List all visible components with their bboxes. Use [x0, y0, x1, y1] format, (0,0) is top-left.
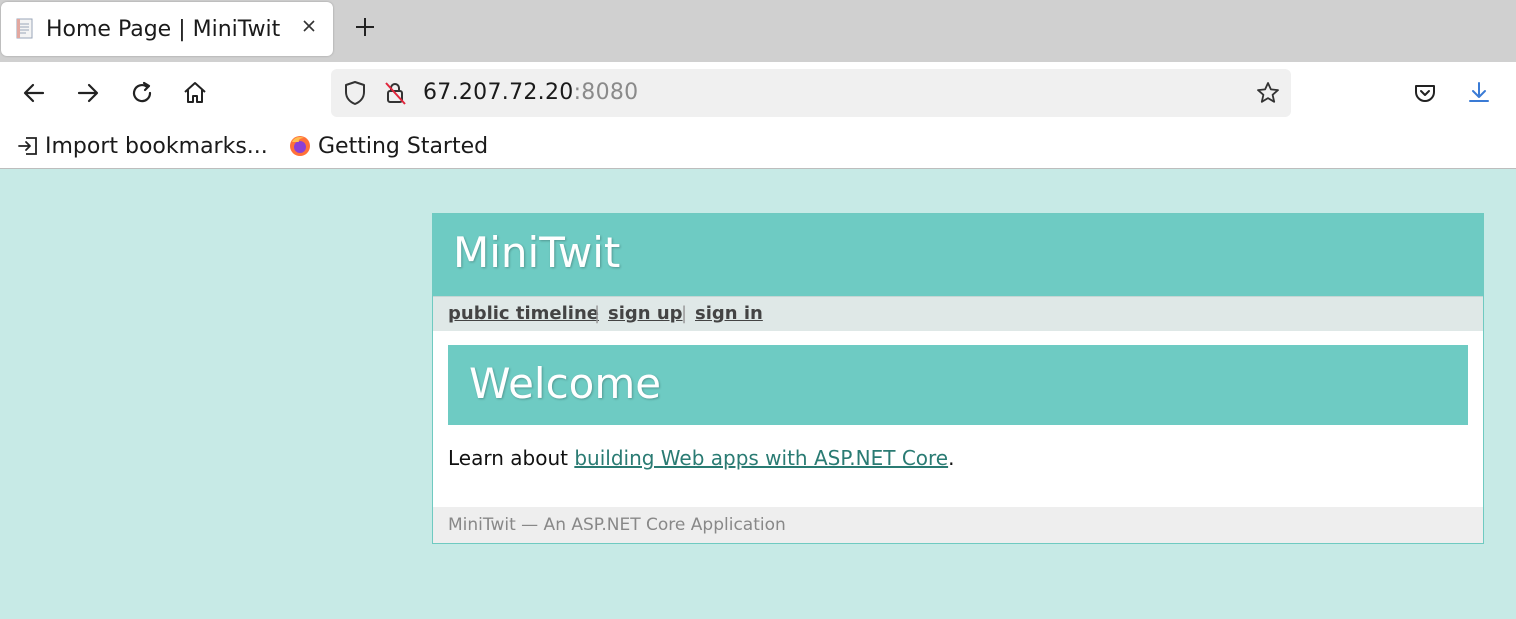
import-icon [18, 137, 37, 155]
url-bar[interactable]: 67.207.72.20:8080 [331, 69, 1291, 117]
footer-text: MiniTwit — An ASP.NET Core Application [448, 515, 786, 535]
insecure-lock-icon[interactable] [381, 79, 409, 107]
page-title: Welcome [469, 359, 662, 408]
firefox-icon [290, 136, 310, 156]
site-navigation: public timeline | sign up | sign in [433, 296, 1483, 331]
tab-strip: Home Page | MiniTwit [0, 0, 1516, 62]
intro-text: Learn about building Web apps with ASP.N… [448, 446, 954, 470]
back-arrow-icon[interactable] [20, 79, 48, 107]
home-icon[interactable] [181, 79, 209, 107]
close-icon[interactable] [299, 17, 319, 39]
url-host: 67.207.72.20 [423, 80, 574, 105]
new-tab-button[interactable] [353, 16, 377, 40]
site-footer: MiniTwit — An ASP.NET Core Application [433, 507, 1483, 543]
bookmark-label: Getting Started [318, 133, 489, 159]
download-icon[interactable] [1465, 79, 1493, 107]
url-port: :8080 [573, 80, 639, 105]
tab-title: Home Page | MiniTwit [46, 17, 281, 42]
aspnet-docs-link[interactable]: building Web apps with ASP.NET Core [574, 446, 948, 470]
import-bookmarks-item[interactable]: Import bookmarks... [17, 132, 268, 160]
forward-arrow-icon[interactable] [74, 79, 102, 107]
public-timeline-link[interactable]: public timeline [448, 303, 599, 324]
navigation-bar: 67.207.72.20:8080 [0, 62, 1516, 124]
nav-separator: | [594, 303, 601, 324]
bookmark-label: Import bookmarks... [45, 133, 268, 159]
browser-tab[interactable]: Home Page | MiniTwit [1, 2, 333, 56]
bookmarks-toolbar: Import bookmarks... Getting Started [0, 124, 1516, 169]
page-icon [15, 18, 35, 40]
page-container: MiniTwit public timeline | sign up | sig… [432, 213, 1484, 544]
pocket-icon[interactable] [1411, 79, 1439, 107]
intro-suffix: . [948, 446, 955, 470]
nav-separator: | [681, 303, 688, 324]
getting-started-item[interactable]: Getting Started [288, 132, 488, 160]
bookmark-star-icon[interactable] [1254, 79, 1282, 107]
site-title: MiniTwit [453, 228, 621, 277]
reload-icon[interactable] [128, 79, 156, 107]
intro-prefix: Learn about [448, 446, 575, 470]
sign-up-link[interactable]: sign up [608, 303, 683, 324]
sign-in-link[interactable]: sign in [695, 303, 763, 324]
site-header: MiniTwit [433, 214, 1483, 296]
welcome-banner: Welcome [448, 345, 1468, 425]
shield-icon[interactable] [341, 79, 369, 107]
url-text[interactable]: 67.207.72.20:8080 [423, 80, 638, 105]
